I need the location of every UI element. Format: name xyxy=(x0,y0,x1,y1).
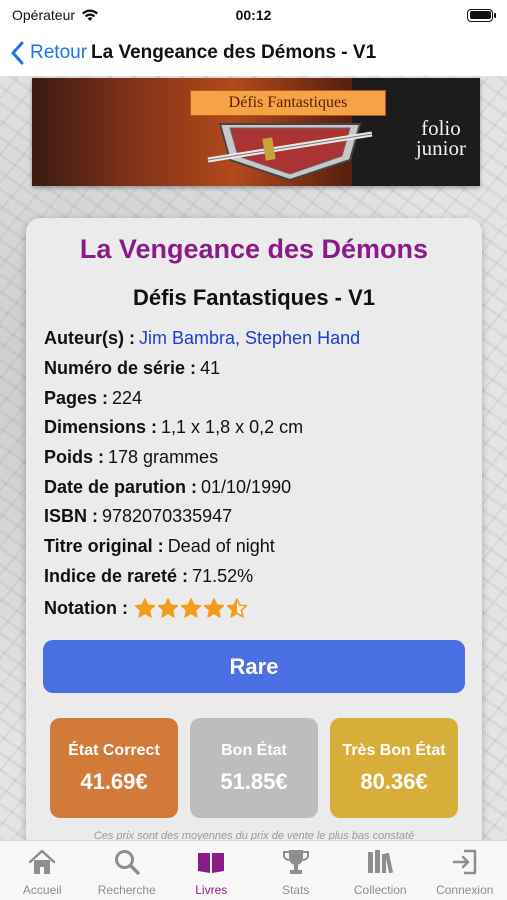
detail-value: 1,1 x 1,8 x 0,2 cm xyxy=(161,417,304,438)
detail-value: 9782070335947 xyxy=(102,506,233,527)
wifi-icon xyxy=(82,9,99,21)
detail-row-authors: Auteur(s) : Jim Bambra, Stephen Hand xyxy=(44,324,468,354)
book-series-volume: Défis Fantastiques - V1 xyxy=(132,285,376,310)
detail-label: Poids : xyxy=(44,447,105,468)
navigation-bar: Retour La Vengeance des Démons - V1 xyxy=(0,30,507,76)
book-icon xyxy=(198,853,225,873)
book-title: La Vengeance des Démons xyxy=(79,234,429,264)
tab-accueil[interactable]: Accueil xyxy=(2,847,82,897)
search-icon xyxy=(114,850,140,875)
detail-row-series-number: Numéro de série : 41 xyxy=(44,354,468,384)
detail-label: Auteur(s) : xyxy=(44,328,135,349)
logo-line-1: folio xyxy=(421,116,461,140)
tab-stats[interactable]: Stats xyxy=(256,847,336,897)
detail-label: Date de parution : xyxy=(44,476,198,497)
home-icon xyxy=(29,849,56,874)
detail-row-isbn: ISBN : 9782070335947 xyxy=(44,502,468,532)
detail-value: Dead of night xyxy=(167,536,275,557)
detail-value: 41 xyxy=(200,358,221,379)
detail-label: Pages : xyxy=(44,387,109,408)
trophy-icon xyxy=(282,850,309,874)
book-cover: Défis Fantastiques folio junior xyxy=(32,78,480,186)
detail-row-rarity-index: Indice de rareté : 71.52% xyxy=(44,562,468,592)
detail-row-rating: Notation : xyxy=(44,591,468,625)
rating-label: Notation : xyxy=(44,597,128,618)
price-condition-label: Très Bon État xyxy=(342,742,446,759)
price-value: 41.69€ xyxy=(80,769,148,794)
detail-value: 71.52% xyxy=(192,565,254,586)
author-link[interactable]: Jim Bambra, Stephen Hand xyxy=(139,328,360,349)
chevron-left-icon xyxy=(11,41,24,65)
price-card-very-good[interactable]: Très Bon État 80.36€ xyxy=(330,718,458,818)
back-label: Retour xyxy=(30,42,88,63)
logo-line-2: junior xyxy=(415,136,466,160)
price-condition-label: État Correct xyxy=(68,742,160,759)
price-value: 80.36€ xyxy=(360,769,428,794)
shield-sword-icon xyxy=(207,123,373,182)
tab-label: Accueil xyxy=(22,883,62,897)
price-condition-label: Bon État xyxy=(221,742,287,759)
clock-time: 00:12 xyxy=(235,7,272,23)
detail-label: Dimensions : xyxy=(44,417,158,438)
detail-row-publication-date: Date de parution : 01/10/1990 xyxy=(44,472,468,502)
tab-bar: Accueil Recherche Livres Stats Collectio… xyxy=(0,840,507,900)
price-value: 51.85€ xyxy=(220,769,288,794)
detail-label: Indice de rareté : xyxy=(44,565,189,586)
page-title: La Vengeance des Démons - V1 xyxy=(91,42,377,63)
back-button[interactable]: Retour xyxy=(10,41,87,65)
tab-label: Recherche xyxy=(97,883,156,897)
detail-value: 178 grammes xyxy=(108,447,219,468)
cover-series-banner: Défis Fantastiques xyxy=(190,90,386,116)
price-cards: État Correct 41.69€ Bon État 51.85€ Très… xyxy=(50,718,458,818)
book-details-list: Auteur(s) : Jim Bambra, Stephen Hand Num… xyxy=(44,324,468,625)
star-full-icon xyxy=(157,598,179,618)
detail-value: 224 xyxy=(112,387,143,408)
star-full-icon xyxy=(203,598,225,618)
detail-row-dimensions: Dimensions : 1,1 x 1,8 x 0,2 cm xyxy=(44,413,468,443)
star-full-icon xyxy=(180,598,202,618)
detail-row-pages: Pages : 224 xyxy=(44,383,468,413)
battery-icon xyxy=(467,8,496,22)
detail-label: Numéro de série : xyxy=(44,358,197,379)
status-left: Opérateur xyxy=(12,7,99,23)
tab-label: Stats xyxy=(282,883,310,897)
price-card-good[interactable]: Bon État 51.85€ xyxy=(190,718,318,818)
tab-label: Connexion xyxy=(436,883,494,897)
status-bar: Opérateur 00:12 xyxy=(0,0,507,30)
tab-recherche[interactable]: Recherche xyxy=(87,847,167,897)
library-icon xyxy=(368,850,394,874)
detail-row-original-title: Titre original : Dead of night xyxy=(44,532,468,562)
tab-livres[interactable]: Livres xyxy=(171,847,251,897)
rarity-button[interactable]: Rare xyxy=(43,640,465,693)
tab-connexion[interactable]: Connexion xyxy=(425,847,505,897)
star-full-icon xyxy=(134,598,156,618)
book-detail-card: La Vengeance des Démons Défis Fantastiqu… xyxy=(26,218,482,858)
detail-value: 01/10/1990 xyxy=(201,476,292,497)
detail-row-weight: Poids : 178 grammes xyxy=(44,443,468,473)
tab-label: Livres xyxy=(195,883,228,897)
star-half-icon xyxy=(226,598,248,618)
publisher-logo: folio junior xyxy=(415,116,466,160)
detail-label: Titre original : xyxy=(44,536,164,557)
tab-collection[interactable]: Collection xyxy=(340,847,420,897)
tab-label: Collection xyxy=(353,883,407,897)
price-card-correct[interactable]: État Correct 41.69€ xyxy=(50,718,178,818)
carrier-label: Opérateur xyxy=(12,7,76,23)
login-icon xyxy=(452,849,476,875)
star-rating xyxy=(134,597,248,619)
detail-label: ISBN : xyxy=(44,506,98,527)
